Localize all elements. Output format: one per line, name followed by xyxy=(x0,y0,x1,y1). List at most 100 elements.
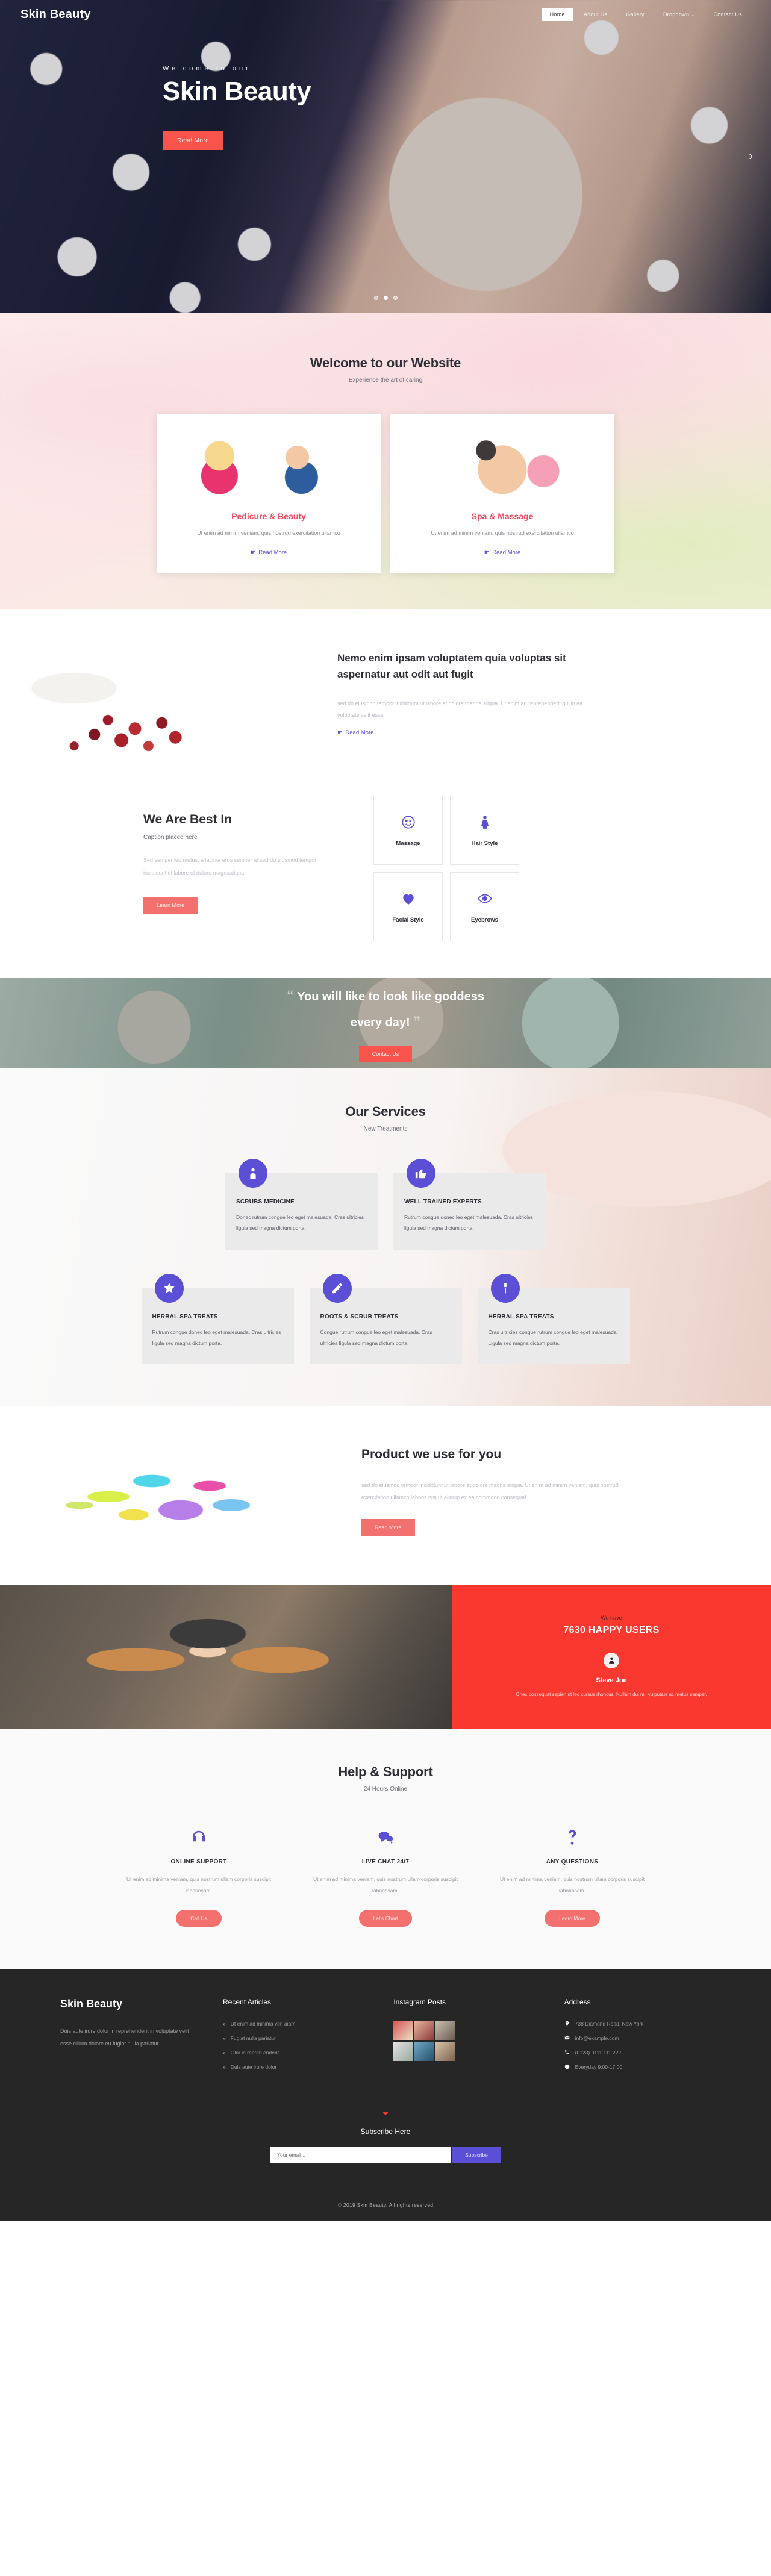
article-label: Ut enim ad minima ven aiam xyxy=(230,2020,296,2027)
address-text: 738 Diamond Road, New York xyxy=(575,2020,644,2027)
tile-hair-style[interactable]: Hair Style xyxy=(450,796,519,865)
footer-brand-text: Duis aute irure dolor in reprehenderit i… xyxy=(60,2027,189,2047)
service-herbal-spa-treats-2[interactable]: HERBAL SPA TREATS Cras ultricies congue … xyxy=(477,1273,630,1365)
happy-users-count: 7630 HAPPY USERS xyxy=(563,1624,660,1635)
tool-icon xyxy=(490,1273,520,1303)
help-column-text: Ut enim ad minima veniam, quis nostrum u… xyxy=(500,1876,645,1894)
quote-open-mark: “ xyxy=(286,987,294,1004)
instagram-thumb[interactable] xyxy=(393,2041,413,2061)
lets-chart-button[interactable]: Let's Chart xyxy=(358,1909,413,1927)
hero-title: Skin Beauty xyxy=(163,76,311,106)
best-in-body: Sed semper leo metus, a lacinia eros sem… xyxy=(143,857,317,876)
help-support-section: Help & Support 24 Hours Online ONLINE SU… xyxy=(0,1729,771,1969)
carousel-next-arrow-icon[interactable]: › xyxy=(749,150,753,164)
thumbs-up-icon xyxy=(407,1159,435,1188)
instagram-thumb[interactable] xyxy=(414,2020,434,2040)
best-in-learn-more-button[interactable]: Learn More xyxy=(143,897,198,914)
hero-section: Skin Beauty Home About Us Gallery Dropdo… xyxy=(0,0,771,313)
best-in-text: We Are Best In Caption placed here Sed s… xyxy=(0,796,373,914)
nav-item-dropdown[interactable]: Dropdown ⌄ xyxy=(655,8,704,21)
about-row: Nemo enim ipsam voluptatem quia voluptas… xyxy=(0,639,771,784)
quote-line-1: You will like to look like goddess xyxy=(297,990,484,1003)
carousel-dot-3[interactable] xyxy=(393,296,398,300)
article-label: Duis aute irure dolor xyxy=(230,2063,277,2070)
spa-illustration xyxy=(400,423,605,501)
nav-item-gallery[interactable]: Gallery xyxy=(617,8,653,21)
doctor-icon xyxy=(239,1159,267,1188)
learn-more-button[interactable]: Learn More xyxy=(545,1909,600,1927)
instagram-thumb[interactable] xyxy=(414,2041,434,2061)
hero-kicker: Welcome to our xyxy=(163,65,251,72)
email-field[interactable] xyxy=(270,2146,451,2163)
testimonial-quote: Onec consequat sapien ut leo cursus rhon… xyxy=(516,1691,707,1697)
hand-pointer-icon: ☛ xyxy=(337,729,343,737)
list-item[interactable]: » Olor in repreh enderit xyxy=(223,2050,369,2056)
nav-item-contact-us[interactable]: Contact Us xyxy=(705,8,751,21)
card-read-more-link[interactable]: ☛ Read More xyxy=(484,549,521,556)
nav-item-about-us[interactable]: About Us xyxy=(575,8,616,21)
welcome-cards: Pedicure & Beauty Ut enim ad minim venia… xyxy=(0,414,771,573)
service-title: ROOTS & SCRUB TREATS xyxy=(320,1313,399,1320)
product-body: sed do eiusmod tempor incididunt ut labo… xyxy=(361,1482,619,1500)
article-label: Olor in repreh enderit xyxy=(230,2049,279,2056)
card-read-more-link[interactable]: ☛ Read More xyxy=(251,549,287,556)
tile-massage[interactable]: Massage xyxy=(373,796,443,865)
service-card-pedicure[interactable]: Pedicure & Beauty Ut enim ad minim venia… xyxy=(157,414,381,573)
list-item[interactable]: » Fugiat nulla pariatur xyxy=(223,2035,369,2041)
service-herbal-spa-treats-1[interactable]: HERBAL SPA TREATS Rutrum congue donec le… xyxy=(141,1273,294,1365)
address-phone[interactable]: (0123) 0111 111 222 xyxy=(564,2050,711,2056)
chevron-right-icon: » xyxy=(223,2063,226,2070)
footer-logo: Skin Beauty xyxy=(60,1997,123,2010)
tile-label: Massage xyxy=(396,840,420,847)
site-footer: Skin Beauty Duis aute irure dolor in rep… xyxy=(0,1968,771,2221)
list-item[interactable]: » Duis aute irure dolor xyxy=(223,2064,369,2070)
envelope-icon xyxy=(564,2036,570,2040)
call-us-button[interactable]: Call Us xyxy=(176,1909,222,1927)
about-body: sed do eiusmod tempor incididunt ut labo… xyxy=(337,700,583,719)
testimonial-photo xyxy=(0,1585,452,1730)
carousel-dot-2[interactable] xyxy=(383,296,388,300)
service-title: HERBAL SPA TREATS xyxy=(152,1313,218,1320)
services-title: Our Services xyxy=(345,1104,426,1120)
welcome-title: Welcome to our Website xyxy=(310,355,461,370)
testimonial-author-name: Steve Joe xyxy=(596,1676,627,1684)
site-logo[interactable]: Skin Beauty xyxy=(20,8,91,22)
list-item[interactable]: » Ut enim ad minima ven aiam xyxy=(223,2021,369,2027)
carousel-dot-1[interactable] xyxy=(373,296,378,300)
footer-address-title: Address xyxy=(564,1997,591,2006)
help-column-title: ANY QUESTIONS xyxy=(546,1859,599,1866)
tile-eyebrows[interactable]: Eyebrows xyxy=(450,872,519,942)
product-text: Product we use for you sed do eiusmod te… xyxy=(361,1445,657,1536)
help-column-text: Ut enim ad minima veniam, quis nostrum u… xyxy=(126,1876,271,1894)
tile-facial-style[interactable]: Facial Style xyxy=(373,872,443,942)
quote-contact-us-button[interactable]: Contact Us xyxy=(358,1046,413,1063)
product-read-more-button[interactable]: Read More xyxy=(361,1519,415,1536)
about-heading: Nemo enim ipsam voluptatem quia voluptas… xyxy=(337,652,566,681)
quote-close-mark: ” xyxy=(413,1014,421,1031)
chat-bubble-icon xyxy=(301,1826,470,1849)
hero-read-more-button[interactable]: Read More xyxy=(163,131,224,150)
service-card-spa[interactable]: Spa & Massage Ut enim ad minim veniam, q… xyxy=(390,414,614,573)
service-well-trained-experts[interactable]: WELL TRAINED EXPERTS Rutrum congue donec… xyxy=(393,1159,546,1250)
nav-item-home[interactable]: Home xyxy=(541,8,573,21)
service-text: Rutrum congue donec leo eget malesuada. … xyxy=(152,1329,281,1346)
address-text: Everyday 9:00-17:00 xyxy=(575,2063,623,2070)
instagram-thumb[interactable] xyxy=(393,2020,413,2040)
tile-label: Eyebrows xyxy=(471,916,498,923)
instagram-thumb[interactable] xyxy=(435,2041,455,2061)
instagram-thumb[interactable] xyxy=(435,2020,455,2040)
service-text: Congue rutrum congue leo eget malesuada.… xyxy=(320,1329,432,1346)
service-roots-scrub-treats[interactable]: ROOTS & SCRUB TREATS Congue rutrum congu… xyxy=(309,1273,462,1365)
card-title: Spa & Massage xyxy=(471,511,534,521)
services-grid: SCRUBS MEDICINE Donec rutrum congue leo … xyxy=(0,1159,771,1365)
service-scrubs-medicine[interactable]: SCRUBS MEDICINE Donec rutrum congue leo … xyxy=(225,1159,378,1250)
about-read-more-link[interactable]: ☛ Read More xyxy=(337,729,374,736)
welcome-subtitle: Experience the art of caring xyxy=(348,377,423,384)
help-column-title: LIVE CHAT 24/7 xyxy=(361,1859,410,1866)
rose-petals-image xyxy=(0,639,337,784)
clock-icon xyxy=(564,2065,569,2069)
question-mark-icon xyxy=(488,1826,657,1849)
subscribe-button[interactable]: Subscribe xyxy=(452,2146,501,2163)
card-read-more-label: Read More xyxy=(258,549,287,557)
address-email[interactable]: info@example.com xyxy=(564,2035,711,2041)
